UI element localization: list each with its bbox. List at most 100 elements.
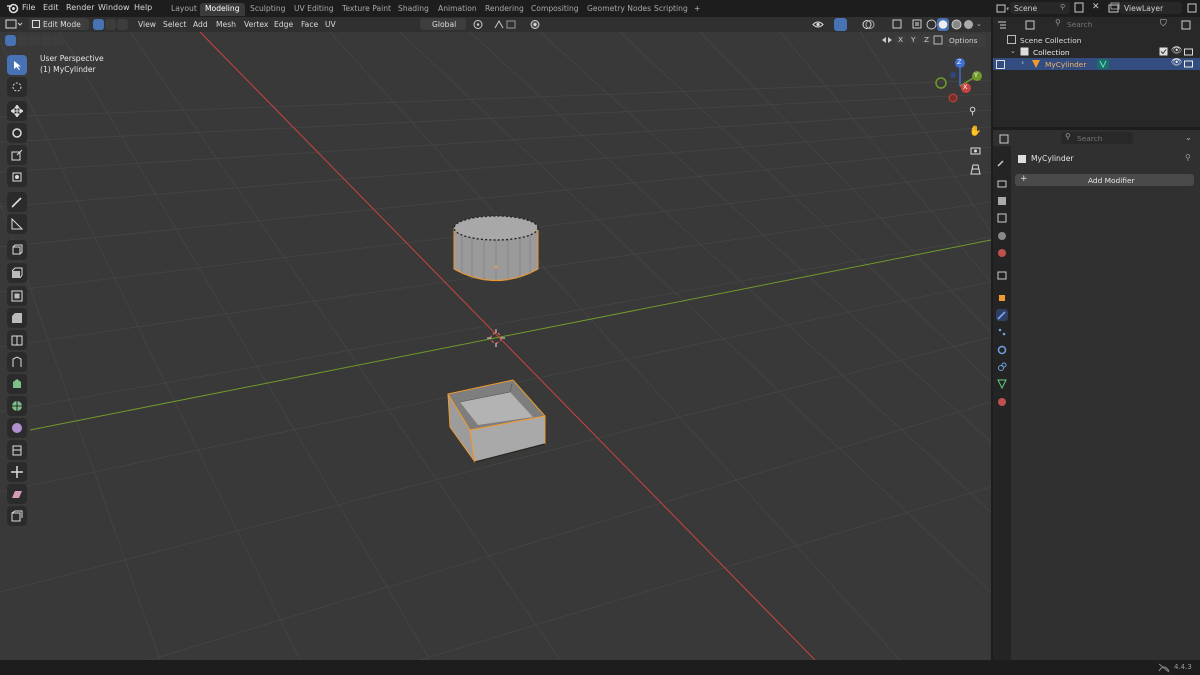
menu-render[interactable]: Render: [66, 3, 94, 12]
poly-build-tool-icon[interactable]: [7, 374, 27, 394]
axis-y-toggle[interactable]: Y: [908, 35, 919, 44]
properties-search-input[interactable]: ⚲ Search: [1061, 132, 1133, 144]
collection-tab-icon[interactable]: [996, 269, 1008, 281]
annotate-tool-icon[interactable]: [7, 192, 27, 212]
row-expand-icon[interactable]: ›: [1021, 58, 1024, 67]
collection-label[interactable]: Collection: [1033, 48, 1070, 57]
material-shading-icon[interactable]: [951, 19, 962, 32]
axis-x-toggle[interactable]: X: [895, 35, 907, 44]
inset-tool-icon[interactable]: [7, 286, 27, 306]
view-layer-tab-icon[interactable]: [996, 212, 1008, 224]
copy-layer-icon[interactable]: [1187, 3, 1197, 15]
object-visibility-icon[interactable]: 👁: [1171, 58, 1182, 68]
world-tab-icon[interactable]: [996, 247, 1008, 259]
menu-vertex[interactable]: Vertex: [244, 20, 268, 29]
rotate-tool-icon[interactable]: [7, 123, 27, 143]
pivot-point-icon[interactable]: [472, 19, 490, 32]
scale-tool-icon[interactable]: [7, 145, 27, 165]
particles-tab-icon[interactable]: [996, 326, 1008, 338]
menu-face[interactable]: Face: [301, 20, 318, 29]
spin-tool-icon[interactable]: [7, 396, 27, 416]
select-extend-icon[interactable]: [17, 35, 28, 46]
output-tab-icon[interactable]: [996, 195, 1008, 207]
menu-edge[interactable]: Edge: [274, 20, 293, 29]
xray-icon[interactable]: [912, 19, 922, 32]
shear-tool-icon[interactable]: [7, 484, 27, 504]
display-mode-icon[interactable]: [1025, 20, 1041, 32]
overlays-icon[interactable]: [862, 19, 882, 32]
measure-tool-icon[interactable]: [7, 214, 27, 234]
view-layer-icon[interactable]: [1108, 2, 1120, 15]
select-box-tool-icon[interactable]: [7, 55, 27, 75]
properties-editor-icon[interactable]: [999, 134, 1015, 146]
menu-add[interactable]: Add: [193, 20, 208, 29]
tool-tab-icon[interactable]: [996, 156, 1008, 168]
smooth-tool-icon[interactable]: [7, 418, 27, 438]
menu-edit[interactable]: Edit: [43, 3, 59, 12]
extrude-tool-icon[interactable]: [7, 263, 27, 283]
tab-geometry-nodes[interactable]: Geometry Nodes: [582, 3, 656, 16]
material-tab-icon[interactable]: [996, 396, 1008, 408]
object-render-icon[interactable]: [1184, 59, 1193, 70]
scene-selector[interactable]: Scene ⚲: [1010, 2, 1070, 14]
view-layer-selector[interactable]: ViewLayer: [1120, 2, 1182, 14]
axis-z-toggle[interactable]: Z: [921, 35, 933, 44]
outliner-edit-mode-icon[interactable]: [996, 60, 1006, 71]
constraints-tab-icon[interactable]: [996, 361, 1008, 373]
3d-viewport[interactable]: User Perspective (1) MyCylinder Z Y X ⚲ …: [0, 32, 991, 660]
transform-tool-icon[interactable]: [7, 167, 27, 187]
modifiers-tab-icon[interactable]: [996, 309, 1008, 321]
tab-scripting[interactable]: Scripting: [649, 3, 693, 16]
tab-animation[interactable]: Animation: [433, 3, 482, 16]
zoom-icon[interactable]: ⚲: [969, 106, 976, 117]
proportional-edit-icon[interactable]: [530, 19, 552, 32]
outliner-row-mycylinder[interactable]: › MyCylinder 👁: [993, 58, 1200, 70]
menu-mesh[interactable]: Mesh: [216, 20, 236, 29]
blender-logo-icon[interactable]: [6, 2, 19, 16]
mesh-data-icon[interactable]: [1097, 59, 1109, 69]
wireframe-shading-icon[interactable]: [926, 19, 937, 32]
object-tab-icon[interactable]: [996, 292, 1008, 304]
collection-visibility-icon[interactable]: 👁: [1171, 46, 1182, 56]
add-modifier-button[interactable]: + Add Modifier: [1015, 174, 1194, 186]
loop-cut-tool-icon[interactable]: [7, 330, 27, 350]
tab-rendering[interactable]: Rendering: [480, 3, 529, 16]
menu-help[interactable]: Help: [134, 3, 152, 12]
menu-uv[interactable]: UV: [325, 20, 336, 29]
transform-orientation-dropdown[interactable]: Global: [420, 18, 466, 30]
rip-tool-icon[interactable]: [7, 506, 27, 526]
menu-select[interactable]: Select: [163, 20, 186, 29]
mode-selector[interactable]: Edit Mode: [29, 18, 89, 30]
face-select-button[interactable]: [117, 19, 128, 30]
knife-tool-icon[interactable]: [7, 352, 27, 372]
vertex-select-button[interactable]: [93, 19, 104, 30]
tab-shading[interactable]: Shading: [393, 3, 434, 16]
editor-type-icon[interactable]: [5, 19, 23, 32]
scene-tab-icon[interactable]: [996, 230, 1008, 242]
data-tab-icon[interactable]: [996, 378, 1008, 390]
tab-sculpting[interactable]: Sculpting: [245, 3, 290, 16]
render-tab-icon[interactable]: [996, 178, 1008, 190]
visibility-icon[interactable]: [812, 19, 832, 32]
pan-hand-icon[interactable]: ✋: [969, 126, 981, 137]
collection-render-icon[interactable]: [1184, 47, 1193, 58]
pin-properties-icon[interactable]: ⚲: [1185, 153, 1191, 162]
add-cube-tool-icon[interactable]: [7, 240, 27, 260]
menu-file[interactable]: File: [22, 3, 35, 12]
wrench-lock-icon[interactable]: [933, 35, 943, 47]
mirror-icon[interactable]: [881, 35, 893, 48]
tab-texture-paint[interactable]: Texture Paint: [337, 3, 396, 16]
gizmo-toggle-icon[interactable]: [834, 18, 847, 31]
new-scene-icon[interactable]: [1074, 2, 1084, 15]
solid-shading-icon[interactable]: [937, 18, 949, 31]
collection-checkbox[interactable]: [1159, 47, 1168, 58]
menu-view[interactable]: View: [138, 20, 156, 29]
options-dropdown[interactable]: Options: [944, 34, 986, 47]
tab-modeling[interactable]: Modeling: [200, 3, 245, 16]
new-collection-icon[interactable]: [1181, 19, 1193, 32]
scene-collection-label[interactable]: Scene Collection: [1020, 36, 1081, 45]
shading-options-icon[interactable]: ⌄: [976, 20, 982, 28]
tab-compositing[interactable]: Compositing: [526, 3, 584, 16]
rendered-shading-icon[interactable]: [963, 19, 974, 32]
pin-icon[interactable]: ⚲: [1060, 3, 1065, 11]
